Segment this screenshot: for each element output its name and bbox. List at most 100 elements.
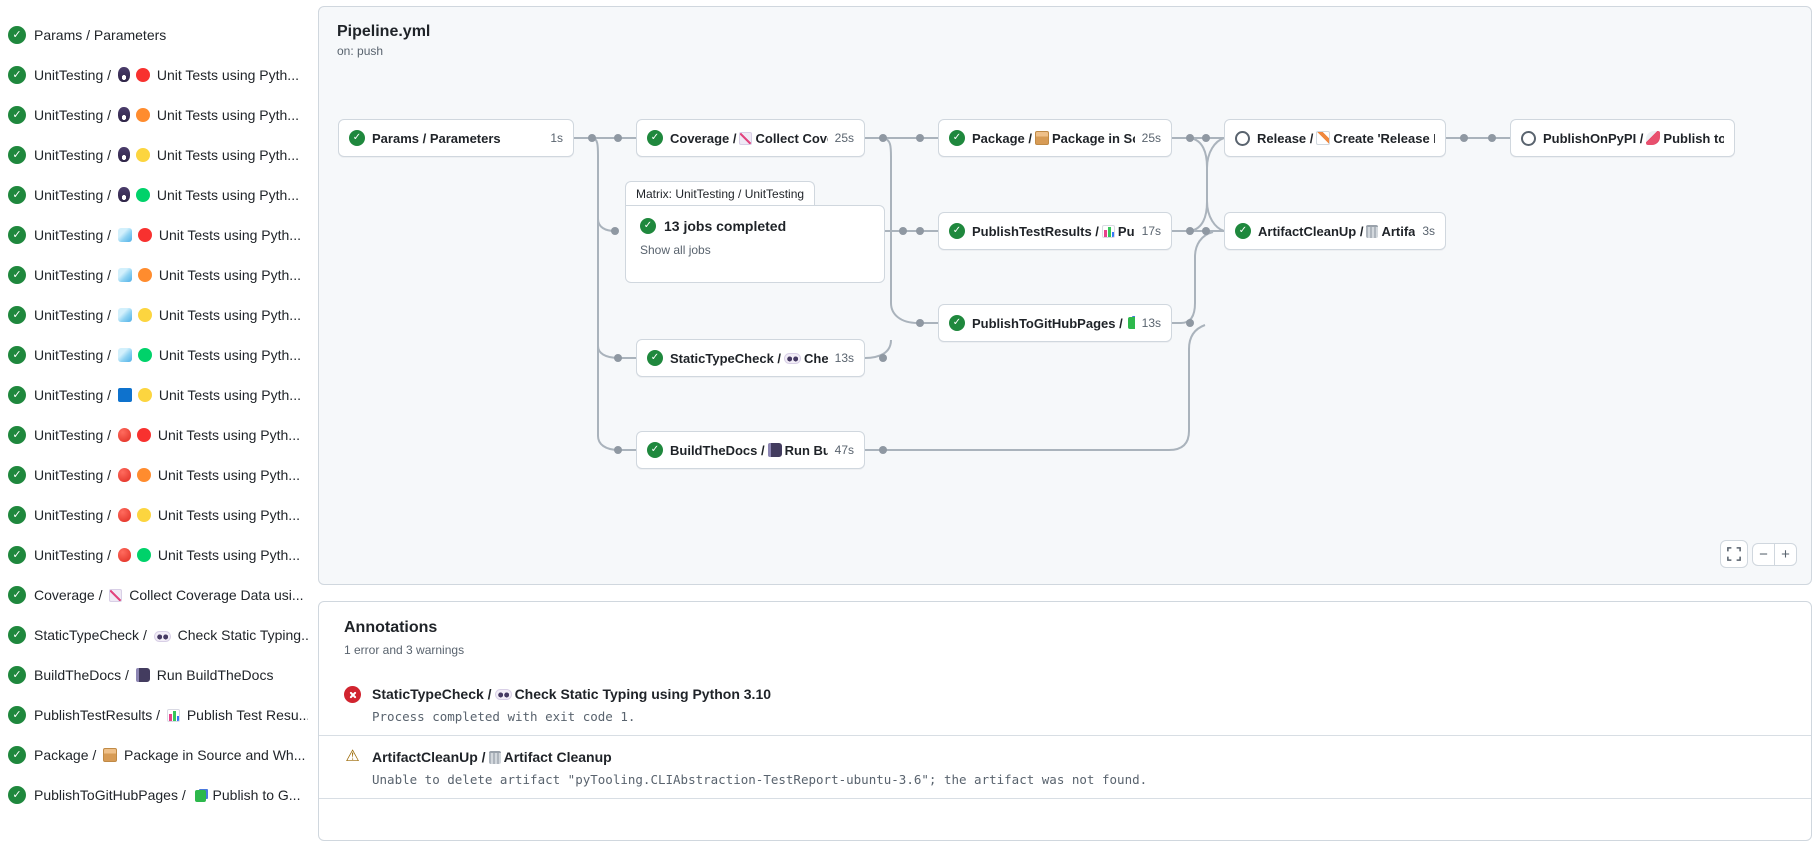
- workflow-node-buildthedocs[interactable]: ✓BuildTheDocs / Run Buil...47s: [636, 431, 865, 469]
- sidebar-job-item[interactable]: ✓ UnitTesting / Unit Tests using Pyth...: [0, 335, 312, 375]
- apple-icon: [118, 428, 131, 442]
- warning-icon: ⚠: [344, 749, 361, 765]
- success-icon: ✓: [8, 546, 26, 564]
- sidebar-job-item[interactable]: ✓UnitTesting / Unit Tests using Pyth...: [0, 55, 312, 95]
- green-circle-icon: [138, 348, 152, 362]
- penguin-icon: [118, 187, 130, 202]
- show-all-jobs-link[interactable]: Show all jobs: [640, 243, 870, 257]
- annotation-body: StaticTypeCheck / Check Static Typing us…: [372, 686, 771, 724]
- success-icon: ✓: [8, 386, 26, 404]
- windows-icon: [118, 388, 132, 402]
- orange-circle-icon: [137, 468, 151, 482]
- zoom-in-button[interactable]: +: [1774, 543, 1797, 566]
- sidebar-job-item[interactable]: ✓UnitTesting / Unit Tests using Pyth...: [0, 175, 312, 215]
- sidebar-job-item[interactable]: ✓UnitTesting / Unit Tests using Pyth...: [0, 455, 312, 495]
- sidebar-job-item[interactable]: ✓UnitTesting / Unit Tests using Pyth...: [0, 215, 312, 255]
- node-label: PublishOnPyPI / Publish to ...: [1543, 131, 1724, 146]
- sidebar-job-item[interactable]: ✓UnitTesting / Unit Tests using Pyth...: [0, 535, 312, 575]
- red-circle-icon: [136, 68, 150, 82]
- sidebar-job-item[interactable]: ✓ Coverage / Collect Coverage Data usi...: [0, 575, 312, 615]
- node-duration: 17s: [1142, 224, 1161, 238]
- node-label: StaticTypeCheck / Chec...: [670, 351, 828, 366]
- sidebar-job-label: Params / Parameters: [34, 27, 166, 43]
- success-icon: ✓: [8, 346, 26, 364]
- workflow-node-coverage[interactable]: ✓Coverage / Collect Cove...25s: [636, 119, 865, 157]
- success-icon: ✓: [640, 218, 656, 234]
- success-icon: ✓: [8, 426, 26, 444]
- sidebar-job-item[interactable]: ✓PublishToGitHubPages / Publish to G...: [0, 775, 312, 815]
- success-icon: ✓: [8, 26, 26, 44]
- node-duration: 25s: [1142, 131, 1161, 145]
- zoom-out-button[interactable]: −: [1752, 543, 1775, 566]
- sidebar-job-item[interactable]: ✓StaticTypeCheck / Check Static Typing..…: [0, 615, 312, 655]
- fullscreen-button[interactable]: [1720, 540, 1748, 568]
- green-circle-icon: [137, 548, 151, 562]
- memo-icon: [1316, 131, 1330, 145]
- sidebar-job-item[interactable]: ✓UnitTesting / Unit Tests using Pyth...: [0, 295, 312, 335]
- ice-cube-icon: [118, 268, 132, 282]
- success-icon: ✓: [8, 586, 26, 604]
- sidebar-job-item[interactable]: ✓UnitTesting / Unit Tests using Pyth...: [0, 95, 312, 135]
- sidebar-job-label: UnitTesting / Unit Tests using Pyth...: [34, 227, 301, 243]
- workflow-node-publishtestresults[interactable]: ✓PublishTestResults / Pu...17s: [938, 212, 1172, 250]
- sidebar-job-label: UnitTesting / Unit Tests using Pyth...: [34, 467, 300, 483]
- sidebar-job-item[interactable]: ✓UnitTesting / Unit Tests using Pyth...: [0, 415, 312, 455]
- annotations-panel: Annotations 1 error and 3 warnings Stati…: [318, 601, 1812, 841]
- annotation-title[interactable]: StaticTypeCheck / Check Static Typing us…: [372, 686, 771, 702]
- annotation-title[interactable]: ArtifactCleanUp / Artifact Cleanup: [372, 749, 1147, 765]
- node-label: PublishTestResults / Pu...: [972, 224, 1135, 239]
- chart-increasing-icon: [739, 132, 752, 145]
- rocket-icon: [1646, 131, 1660, 145]
- sidebar-job-label: Package / Package in Source and Wh...: [34, 747, 305, 763]
- sidebar-job-label: StaticTypeCheck / Check Static Typing...: [34, 627, 308, 643]
- workflow-node-statictypecheck[interactable]: ✓StaticTypeCheck / Chec...13s: [636, 339, 865, 377]
- success-icon: ✓: [349, 130, 365, 146]
- annotation-message: Unable to delete artifact "pyTooling.CLI…: [372, 772, 1147, 787]
- sidebar-job-label: UnitTesting / Unit Tests using Pyth...: [34, 147, 299, 163]
- pages-icon: [195, 790, 206, 802]
- bar-chart-icon: [167, 709, 180, 722]
- eyes-icon: [154, 631, 171, 642]
- annotation-message: Process completed with exit code 1.: [372, 709, 771, 724]
- sidebar-job-item[interactable]: ✓UnitTesting / Unit Tests using Pyth...: [0, 255, 312, 295]
- sidebar-job-item[interactable]: ✓BuildTheDocs / Run BuildTheDocs: [0, 655, 312, 695]
- sidebar-job-label: Coverage / Collect Coverage Data usi...: [34, 587, 304, 603]
- workflow-node-package[interactable]: ✓Package / Package in So...25s: [938, 119, 1172, 157]
- graph-header: Pipeline.yml on: push: [337, 23, 430, 58]
- sidebar-job-label: UnitTesting / Unit Tests using Pyth...: [34, 187, 299, 203]
- workflow-node-publishtogithubpages[interactable]: ✓PublishToGitHubPages / ...13s: [938, 304, 1172, 342]
- sidebar-job-label: UnitTesting / Unit Tests using Pyth...: [34, 347, 301, 363]
- workflow-file-title: Pipeline.yml: [337, 23, 430, 41]
- penguin-icon: [118, 107, 130, 122]
- skipped-icon: [1235, 131, 1250, 146]
- node-duration: 25s: [835, 131, 854, 145]
- workflow-node-params[interactable]: ✓Params / Parameters1s: [338, 119, 574, 157]
- annotations-summary: 1 error and 3 warnings: [344, 643, 1786, 657]
- sidebar-job-item[interactable]: ✓ Params / Parameters: [0, 15, 312, 55]
- pages-icon: [1128, 317, 1135, 329]
- success-icon: ✓: [8, 506, 26, 524]
- sidebar-job-item[interactable]: ✓UnitTesting / Unit Tests using Pyth...: [0, 495, 312, 535]
- success-icon: ✓: [8, 666, 26, 684]
- sidebar-job-label: PublishToGitHubPages / Publish to G...: [34, 787, 300, 803]
- node-duration: 47s: [835, 443, 854, 457]
- workflow-node-release[interactable]: Release / Create 'Release P...: [1224, 119, 1446, 157]
- sidebar-job-label: UnitTesting / Unit Tests using Pyth...: [34, 267, 301, 283]
- sidebar-job-item[interactable]: ✓PublishTestResults / Publish Test Resu.…: [0, 695, 312, 735]
- matrix-summary-label: 13 jobs completed: [664, 218, 786, 234]
- workflow-node-artifactcleanup[interactable]: ✓ArtifactCleanUp / Artifac...3s: [1224, 212, 1446, 250]
- workflow-trigger: on: push: [337, 44, 430, 58]
- skipped-icon: [1521, 131, 1536, 146]
- sidebar-job-item[interactable]: ✓UnitTesting / Unit Tests using Pyth...: [0, 375, 312, 415]
- penguin-icon: [118, 147, 130, 162]
- bar-chart-icon: [1102, 225, 1115, 238]
- annotations-title: Annotations: [344, 619, 1786, 637]
- node-duration: 13s: [835, 351, 854, 365]
- success-icon: ✓: [647, 130, 663, 146]
- eyes-icon: [784, 353, 801, 364]
- workflow-node-publishonpypi[interactable]: PublishOnPyPI / Publish to ...: [1510, 119, 1735, 157]
- chart-increasing-icon: [109, 589, 122, 602]
- sidebar-job-item[interactable]: ✓UnitTesting / Unit Tests using Pyth...: [0, 135, 312, 175]
- ice-cube-icon: [118, 348, 132, 362]
- sidebar-job-item[interactable]: ✓Package / Package in Source and Wh...: [0, 735, 312, 775]
